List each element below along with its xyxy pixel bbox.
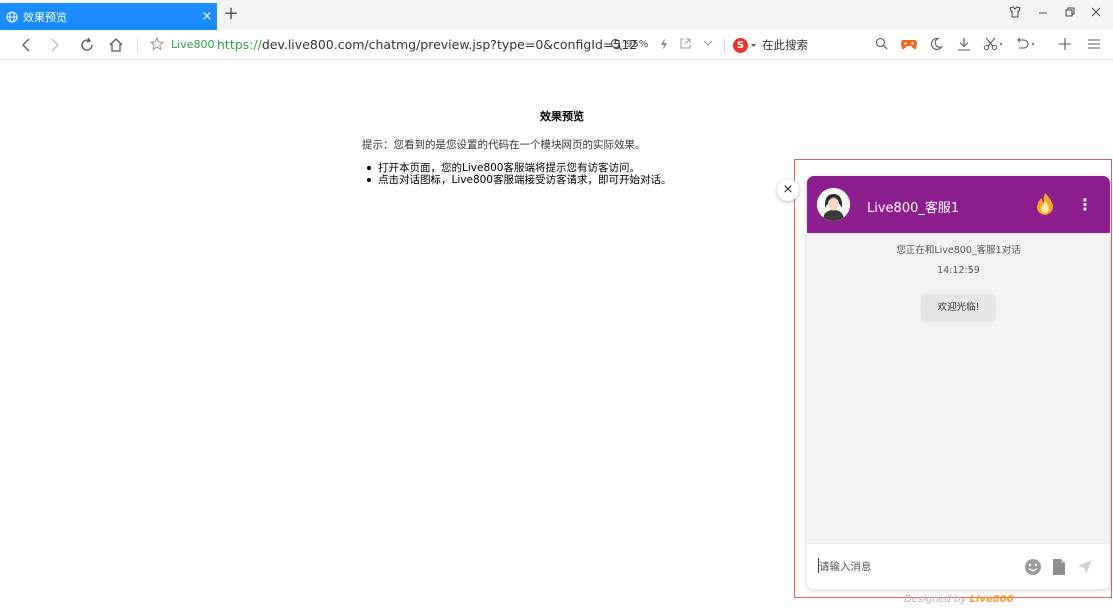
- agent-name: Live800_客服1: [867, 201, 960, 216]
- widget-close-button[interactable]: ×: [777, 179, 799, 201]
- zoom-indicator[interactable]: 95%: [610, 38, 648, 51]
- url-protocol: https://: [217, 37, 262, 52]
- message-input-bar: [807, 543, 1110, 589]
- send-icon[interactable]: [1075, 557, 1095, 577]
- fire-icon[interactable]: [1033, 192, 1057, 216]
- chat-status: 您正在和Live800_客服1对话: [896, 245, 1021, 256]
- minimize-icon[interactable]: [1033, 5, 1053, 23]
- menu-icon[interactable]: [1084, 35, 1104, 55]
- forward-icon[interactable]: [45, 35, 65, 55]
- designed-by-footer[interactable]: Designed by Live800: [904, 594, 1014, 605]
- zoom-level: 95%: [626, 39, 649, 50]
- search-icon[interactable]: [871, 35, 891, 55]
- download-icon[interactable]: [954, 35, 974, 55]
- chevron-down-icon: [751, 43, 756, 47]
- add-icon[interactable]: [1055, 35, 1075, 55]
- star-icon[interactable]: [147, 35, 167, 55]
- agent-avatar: [817, 188, 850, 221]
- file-icon[interactable]: [1049, 557, 1069, 577]
- list-item: 点击对话图标，Live800客服端接受访客请求，即可开始对话。: [366, 174, 671, 186]
- gamepad-icon[interactable]: [899, 35, 919, 55]
- url-field[interactable]: https://dev.live800.com/chatmg/preview.j…: [217, 37, 637, 52]
- more-options-icon[interactable]: ⋮: [1075, 194, 1095, 216]
- search-input[interactable]: 在此搜索: [762, 37, 808, 53]
- search-box[interactable]: S 在此搜索: [733, 37, 808, 53]
- page-title: 效果预览: [540, 110, 584, 123]
- lightning-icon[interactable]: [654, 35, 674, 55]
- chat-timestamp: 14:12:59: [937, 265, 980, 276]
- instruction-list: 打开本页面，您的Live800客服端将提示您有访客访问。 点击对话图标，Live…: [366, 162, 671, 186]
- chevron-down-icon[interactable]: [698, 35, 718, 55]
- tab-title: 效果预览: [23, 10, 67, 24]
- search-engine-icon: S: [733, 37, 748, 53]
- back-icon[interactable]: [16, 35, 36, 55]
- hint-text: 提示：您看到的是您设置的代码在一个模块网页的实际效果。: [362, 139, 646, 151]
- share-icon[interactable]: [675, 35, 695, 55]
- url-text: dev.live800.com/chatmg/preview.jsp?type=…: [261, 37, 638, 52]
- zoom-icon: [610, 38, 623, 51]
- scissors-icon[interactable]: [980, 35, 1008, 55]
- site-name-badge: Live800: [171, 38, 215, 51]
- moon-icon[interactable]: [926, 35, 946, 55]
- chat-window: Live800_客服1 ⋮ 您正在和Live800_客服1对话 14:12:59…: [807, 176, 1110, 589]
- new-tab-button[interactable]: +: [222, 4, 240, 24]
- refresh-icon[interactable]: [77, 35, 97, 55]
- skin-icon[interactable]: [1005, 5, 1025, 23]
- tab-bar: 效果预览 × +: [0, 0, 1113, 30]
- globe-icon: [6, 11, 18, 22]
- restore-icon[interactable]: [1060, 5, 1080, 23]
- home-icon[interactable]: [106, 35, 126, 55]
- emoji-icon[interactable]: [1023, 557, 1043, 577]
- tab-close-icon[interactable]: ×: [197, 3, 217, 30]
- brand-logo-text: Live800: [969, 594, 1014, 605]
- address-toolbar: Live800 https://dev.live800.com/chatmg/p…: [0, 30, 1113, 60]
- chat-header: Live800_客服1 ⋮: [807, 176, 1110, 233]
- toolbar-divider: [724, 38, 725, 53]
- list-item: 打开本页面，您的Live800客服端将提示您有访客访问。: [366, 162, 671, 174]
- close-window-icon[interactable]: [1086, 5, 1106, 23]
- welcome-message-bubble: 欢迎光临!: [921, 294, 996, 322]
- toolbar-divider: [137, 38, 138, 53]
- active-tab[interactable]: 效果预览 ×: [0, 3, 217, 30]
- designed-by-text: Designed by: [904, 594, 970, 605]
- undo-icon[interactable]: [1012, 35, 1040, 55]
- message-input[interactable]: [819, 556, 1009, 578]
